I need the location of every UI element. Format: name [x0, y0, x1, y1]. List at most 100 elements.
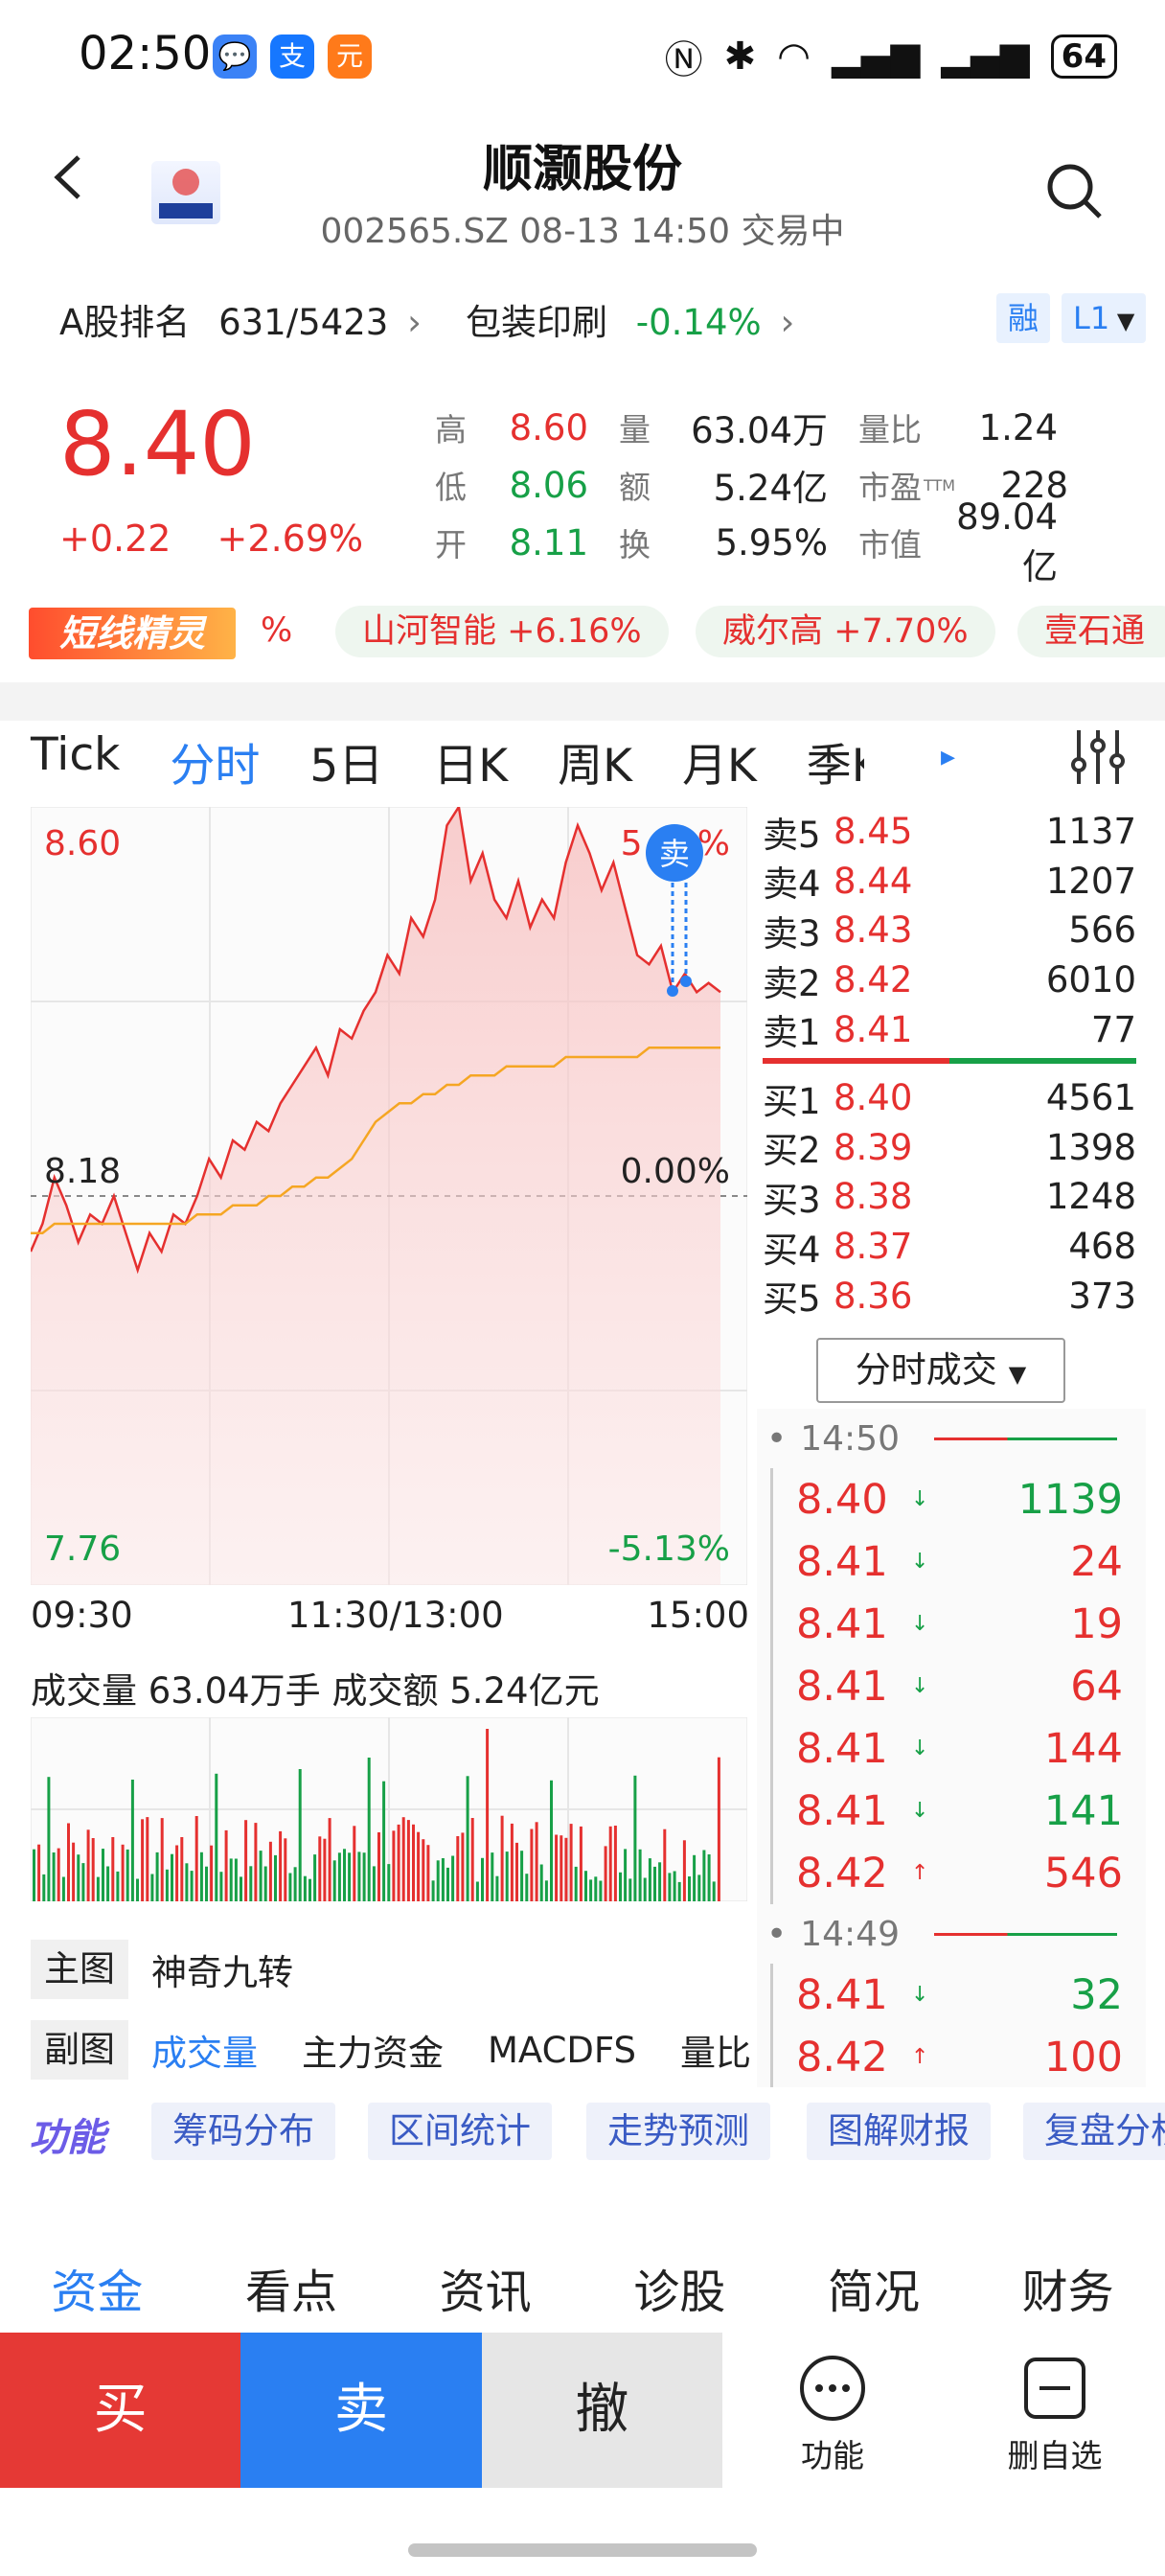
volume-bar — [57, 1848, 60, 1901]
bottom-tab[interactable]: 资金 — [51, 2254, 143, 2321]
quote-label: 低 — [435, 469, 467, 506]
sub-chart-label: 副图 — [31, 2020, 128, 2080]
bottom-tab[interactable]: 简况 — [828, 2254, 920, 2321]
function-chip[interactable]: 走势预测 — [586, 2103, 770, 2160]
bottom-tab[interactable]: 资讯 — [440, 2254, 532, 2321]
volume-bar — [466, 1776, 469, 1901]
volume-bar — [594, 1876, 598, 1901]
sector-label: 包装印刷 — [466, 302, 607, 343]
volume-bar — [67, 1823, 70, 1901]
volume-bar — [446, 1867, 449, 1901]
function-chip[interactable]: 区间统计 — [368, 2103, 552, 2160]
volume-bar — [323, 1838, 327, 1901]
volume-bar — [190, 1871, 194, 1901]
marquee-item[interactable]: 壹石通 — [1017, 606, 1165, 657]
order-volume: 373 — [1068, 1275, 1136, 1317]
function-chip[interactable]: 筹码分布 — [151, 2103, 335, 2160]
volume-bar — [268, 1841, 272, 1901]
quote-value: 5.95% — [715, 521, 828, 564]
short-line-spirit-badge[interactable]: 短线精灵 — [29, 608, 236, 659]
sector-row[interactable]: 包装印刷 -0.14% › — [466, 293, 794, 345]
volume-bar — [33, 1849, 35, 1901]
volume-bar — [249, 1866, 253, 1901]
cancel-button[interactable]: 撤 — [481, 2333, 722, 2488]
chart-tab[interactable]: 分时 — [170, 728, 260, 794]
chevron-right-icon[interactable]: ▸ — [941, 740, 955, 773]
volume-bar — [451, 1855, 455, 1901]
volume-bar — [470, 1818, 474, 1901]
order-volume: 468 — [1068, 1226, 1136, 1268]
bottom-tab[interactable]: 诊股 — [633, 2254, 725, 2321]
buy-order-row: 买4 8.37 468 — [763, 1222, 1136, 1272]
quote-label: 量比 — [858, 411, 922, 448]
order-volume: 566 — [1068, 909, 1136, 952]
volume-bar — [624, 1849, 628, 1901]
remove-watchlist-button[interactable]: 删自选 — [1002, 2354, 1108, 2476]
intraday-chart[interactable]: 8.60 5.13% 8.18 0.00% 7.76 -5.13% 卖 — [31, 807, 747, 1585]
sell-marker-label: 卖 — [659, 836, 690, 872]
sub-chart-item-volume[interactable]: 成交量 — [151, 2024, 258, 2076]
volume-bar — [106, 1866, 110, 1901]
buy-order-row: 买5 8.36 373 — [763, 1271, 1136, 1321]
function-chip[interactable]: 图解财报 — [807, 2103, 991, 2160]
sell-button[interactable]: 卖 — [240, 2333, 482, 2488]
function-menu-button[interactable]: 功能 — [780, 2354, 885, 2476]
buy-button[interactable]: 买 — [0, 2333, 241, 2488]
marquee-item[interactable]: 威尔高 +7.70% — [696, 606, 995, 657]
settings-sliders-icon[interactable] — [1067, 726, 1129, 788]
nfc-icon: Ⓝ — [664, 38, 703, 82]
tick-volume: 19 — [1070, 1599, 1123, 1648]
volume-bar — [530, 1828, 534, 1901]
bullet-icon: • — [766, 1418, 788, 1459]
order-volume: 1207 — [1045, 860, 1136, 902]
volume-bar — [486, 1729, 490, 1901]
tick-list[interactable]: • 14:50 8.40 ↓ 1139 8.41 ↓ 24 8.41 ↓ 19 8.41 ↓ 64 8.41… — [757, 1409, 1146, 2087]
x-label-mid: 11:30/13:00 — [287, 1595, 504, 1636]
chart-tab[interactable]: 月K — [682, 728, 757, 794]
chart-tab[interactable]: 季K — [807, 728, 864, 794]
main-chart-indicator[interactable]: 神奇九转 — [151, 1944, 293, 1995]
tick-mode-dropdown[interactable]: 分时成交 ▼ — [816, 1338, 1065, 1403]
tick-mode-label: 分时成交 — [855, 1349, 997, 1391]
volume-bar — [613, 1826, 617, 1901]
order-level: 买4 — [763, 1229, 821, 1271]
margin-tag[interactable]: 融 — [996, 293, 1051, 343]
volume-bar — [475, 1881, 479, 1901]
x-label-start: 09:30 — [31, 1595, 133, 1636]
x-label-end: 15:00 — [647, 1595, 749, 1636]
sub-chart-item-ratio[interactable]: 量比 — [680, 2024, 749, 2076]
volume-bar — [146, 1817, 149, 1901]
bottom-tab[interactable]: 财务 — [1022, 2254, 1114, 2321]
sub-chart-item-macdfs[interactable]: MACDFS — [488, 2030, 636, 2071]
level-tag[interactable]: L1 ▼ — [1062, 293, 1147, 343]
chart-tab[interactable]: Tick — [31, 728, 120, 794]
home-indicator[interactable] — [408, 2543, 757, 2557]
chart-tab[interactable]: 周K — [558, 728, 632, 794]
volume-bar — [298, 1769, 302, 1901]
chart-tab[interactable]: 日K — [433, 728, 508, 794]
volume-bar — [102, 1849, 104, 1901]
remove-watchlist-label: 删自选 — [1007, 2437, 1103, 2474]
volume-bar — [215, 1773, 218, 1901]
order-price: 8.36 — [834, 1275, 913, 1317]
volume-bar — [564, 1837, 568, 1901]
volume-bar — [343, 1849, 346, 1901]
chart-tab[interactable]: 5日 — [309, 728, 383, 794]
quote-label: 换 — [619, 526, 651, 564]
volume-bar — [224, 1829, 228, 1901]
rank-row[interactable]: A股排名 631/5423 › — [59, 293, 422, 345]
search-icon[interactable] — [1044, 161, 1104, 220]
bottom-tab[interactable]: 看点 — [245, 2254, 337, 2321]
marquee-item[interactable]: 山河智能 +6.16% — [335, 606, 669, 657]
volume-bar — [77, 1854, 80, 1901]
volume-summary: 成交量 63.04万手 成交额 5.24亿元 — [31, 1670, 600, 1712]
quote-value: 5.24亿 — [713, 468, 828, 509]
volume-bar — [579, 1826, 582, 1901]
function-chip[interactable]: 复盘分析 — [1023, 2103, 1165, 2160]
marquee-partial: % — [261, 611, 293, 650]
sub-chart-item-main-fund[interactable]: 主力资金 — [302, 2024, 444, 2076]
volume-bar — [205, 1866, 208, 1901]
quote-value: 63.04万 — [691, 410, 828, 451]
volume-chart[interactable] — [31, 1717, 747, 1901]
order-volume: 77 — [1090, 1008, 1136, 1050]
